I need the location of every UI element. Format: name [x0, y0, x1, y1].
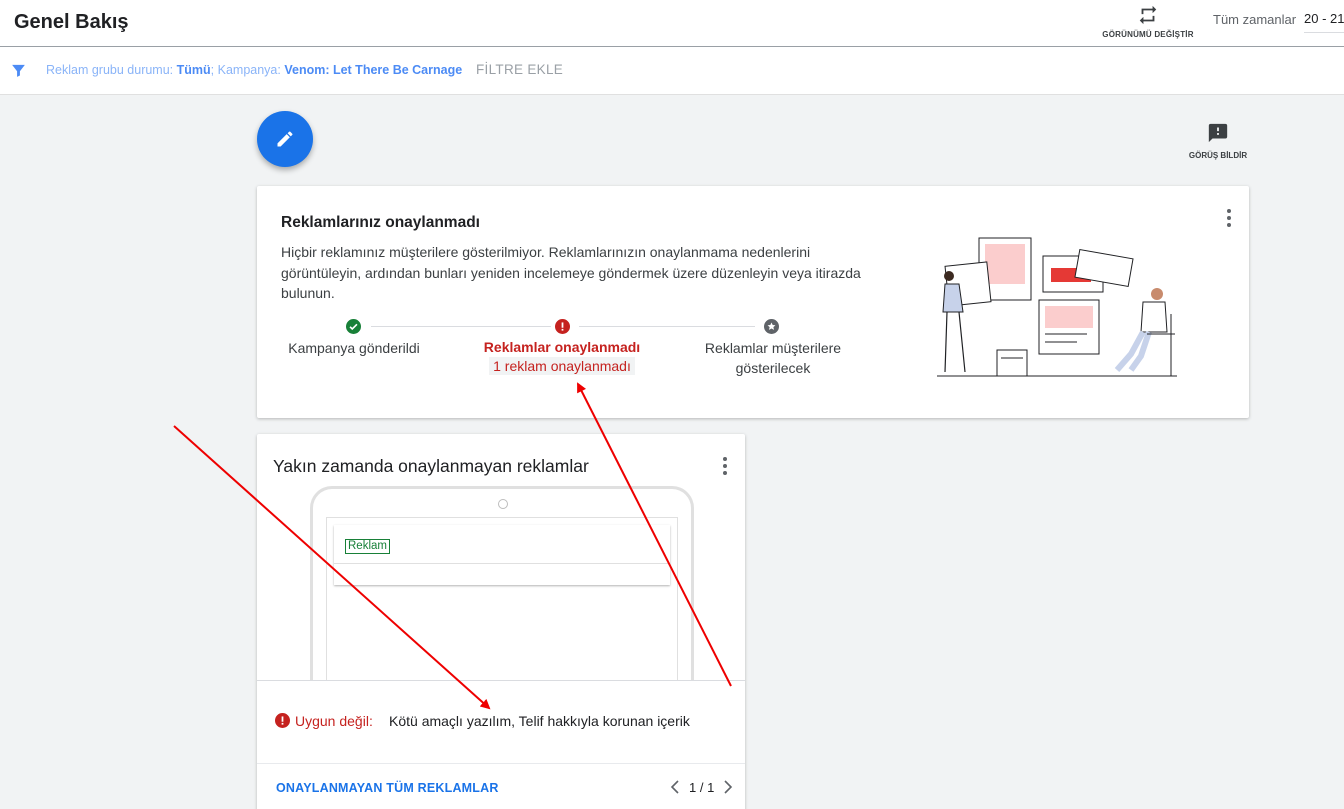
page-title: Genel Bakış	[14, 11, 129, 33]
ads-card-footer: Uygun değil: Kötü amaçlı yazılım, Telif …	[257, 680, 745, 809]
swap-icon	[1139, 5, 1157, 25]
filter-campaign-value: Venom: Let There Be Carnage	[284, 63, 463, 77]
pager-text: 1 / 1	[689, 779, 715, 795]
ads-pager: 1 / 1	[667, 779, 736, 795]
error-circle-icon	[275, 713, 290, 728]
status-card-title: Reklamlarınız onaylanmadı	[281, 214, 480, 231]
ad-badge: Reklam	[345, 539, 390, 554]
disapproval-reason-text: Kötü amaçlı yazılım, Telif hakkıyla koru…	[389, 713, 690, 729]
toggle-view-label: GÖRÜNÜMÜ DEĞİŞTİR	[1102, 30, 1194, 39]
chevron-right-icon[interactable]	[720, 779, 736, 795]
status-card-description: Hiçbir reklamınız müşterilere gösterilmi…	[281, 244, 861, 301]
filter-status-value: Tümü	[176, 63, 211, 77]
filter-icon[interactable]	[10, 62, 27, 79]
status-card-more-icon[interactable]	[1219, 208, 1239, 228]
active-filter[interactable]: Reklam grubu durumu: Tümü; Kampanya: Ven…	[46, 63, 462, 77]
date-range-selector[interactable]: 20 - 21	[1304, 11, 1344, 33]
disapproved-ads-card: Yakın zamanda onaylanmayan reklamlar Rek…	[257, 434, 745, 809]
star-circle-icon	[764, 319, 779, 334]
step-campaign-submitted: Kampanya gönderildi	[288, 340, 420, 356]
phone-camera	[498, 499, 508, 509]
feedback-button[interactable]: GÖRÜŞ BİLDİR	[1180, 122, 1256, 160]
ads-card-more-icon[interactable]	[715, 456, 735, 476]
footer-divider	[257, 763, 745, 764]
toggle-view-button[interactable]: GÖRÜNÜMÜ DEĞİŞTİR	[1098, 4, 1198, 39]
date-range-label: Tüm zamanlar	[1213, 12, 1297, 27]
chevron-left-icon[interactable]	[667, 779, 683, 795]
disapproval-reason-label: Uygun değil:	[295, 713, 373, 729]
edit-fab-button[interactable]	[257, 111, 313, 167]
edit-pencil-icon	[277, 131, 293, 147]
ads-status-card: Reklamlarınız onaylanmadı Hiçbir reklamı…	[257, 186, 1249, 418]
step-ads-disapproved-count[interactable]: 1 reklam onaylanmadı	[489, 357, 635, 375]
add-filter-button[interactable]: FİLTRE EKLE	[476, 62, 563, 77]
disapproved-ads-title: Yakın zamanda onaylanmayan reklamlar	[273, 456, 589, 476]
filter-campaign-label: ; Kampanya:	[210, 63, 281, 77]
step-ads-will-show: Reklamlar müşterilere gösterilecek	[704, 340, 842, 376]
feedback-icon	[1208, 123, 1228, 143]
ad-preview[interactable]: Reklam	[334, 525, 670, 585]
progress-line	[371, 326, 551, 327]
top-header: Genel Bakış GÖRÜNÜMÜ DEĞİŞTİR Tüm zamanl…	[0, 0, 1344, 47]
filter-bar: Reklam grubu durumu: Tümü; Kampanya: Ven…	[0, 47, 1344, 95]
filter-status-label: Reklam grubu durumu:	[46, 63, 174, 77]
feedback-label: GÖRÜŞ BİLDİR	[1188, 151, 1248, 160]
step-ads-disapproved: Reklamlar onaylanmadı	[483, 339, 641, 355]
people-with-ads-illustration	[937, 237, 1177, 377]
all-disapproved-ads-link[interactable]: ONAYLANMAYAN TÜM REKLAMLAR	[276, 781, 499, 795]
check-circle-icon	[346, 319, 361, 334]
ad-divider	[334, 563, 670, 564]
progress-line	[579, 326, 755, 327]
error-circle-icon	[555, 319, 570, 334]
